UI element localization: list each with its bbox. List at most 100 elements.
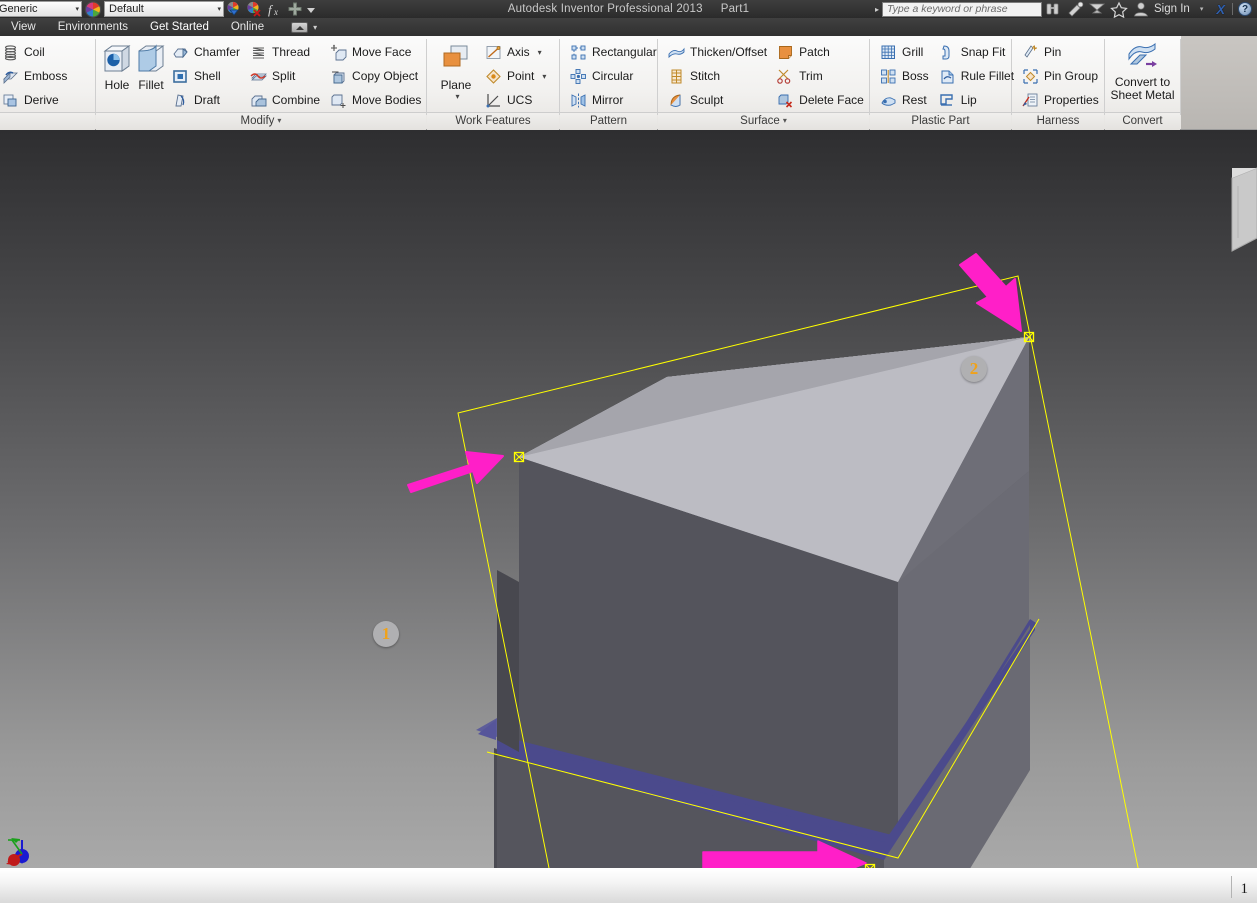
chevron-down-icon[interactable]: ▾ — [783, 116, 787, 125]
derive-icon — [2, 92, 19, 109]
properties-icon — [1022, 92, 1039, 109]
modify-panel-title[interactable]: Modify ▾ — [96, 112, 426, 130]
stitch-button[interactable]: Stitch — [664, 64, 773, 88]
ribbon-minimize-control[interactable]: ▾ — [291, 21, 317, 33]
sign-in-button[interactable]: Sign In — [1152, 3, 1194, 15]
search-input[interactable]: Type a keyword or phrase — [882, 1, 1042, 17]
point-icon — [485, 68, 502, 85]
app-title: Autodesk Inventor Professional 2013 — [507, 3, 703, 15]
modify-column-3: Move Face Copy Object Move Bodies — [326, 40, 427, 112]
patch-label: Patch — [799, 45, 830, 59]
status-bar-right-group: 1 — [1230, 869, 1257, 903]
combine-button[interactable]: Combine — [246, 88, 326, 112]
tab-online[interactable]: Online — [220, 18, 275, 36]
rule-fillet-button[interactable]: Rule Fillet — [935, 64, 1020, 88]
3d-viewport[interactable]: Z 1 2 3 — [0, 130, 1257, 868]
tab-environments[interactable]: Environments — [47, 18, 139, 36]
parameters-fx-icon[interactable]: f x — [264, 1, 284, 18]
rectangular-label: Rectangular — [592, 45, 657, 59]
rest-button[interactable]: Rest — [876, 88, 935, 112]
pin-button[interactable]: Pin — [1018, 40, 1105, 64]
color-wheel-icon[interactable] — [83, 0, 103, 18]
surface-panel-title[interactable]: Surface ▾ — [658, 112, 869, 130]
infocenter-icon[interactable] — [1042, 0, 1064, 18]
chevron-down-icon[interactable]: ▾ — [542, 72, 546, 81]
draft-button[interactable]: Draft — [168, 88, 246, 112]
rectangular-pattern-button[interactable]: Rectangular — [566, 40, 663, 64]
chevron-down-icon[interactable]: ▾ — [455, 92, 459, 101]
ucs-button[interactable]: UCS — [481, 88, 552, 112]
sculpt-label: Sculpt — [690, 93, 724, 107]
stitch-label: Stitch — [690, 69, 721, 83]
sculpt-button[interactable]: Sculpt — [664, 88, 773, 112]
clear-appearance-icon[interactable] — [244, 1, 264, 18]
appearance-update-icon[interactable] — [224, 1, 244, 18]
patch-button[interactable]: Patch — [773, 40, 870, 64]
user-icon[interactable] — [1130, 0, 1152, 18]
tab-view[interactable]: View — [0, 18, 47, 36]
boss-button[interactable]: Boss — [876, 64, 935, 88]
mirror-button[interactable]: Mirror — [566, 88, 663, 112]
tab-get-started[interactable]: Get Started — [139, 18, 220, 36]
pin-icon — [1022, 44, 1039, 61]
help-icon[interactable]: ? — [1238, 2, 1252, 16]
subscription-icon[interactable] — [1086, 0, 1108, 18]
shell-button[interactable]: Shell — [168, 64, 246, 88]
chevron-down-icon[interactable]: ▾ — [277, 116, 281, 125]
delete-face-button[interactable]: Delete Face — [773, 88, 870, 112]
pin-group-button[interactable]: Pin Group — [1018, 64, 1105, 88]
qat-left-group: Generic ▾ Default ▾ f x — [0, 0, 318, 18]
work-features-panel: Plane ▾ Axis ▾ Point ▾ UCS Work Features — [427, 36, 559, 130]
appearance-combo[interactable]: Default ▾ — [104, 1, 224, 17]
rule-fillet-label: Rule Fillet — [960, 69, 1015, 83]
quick-access-toolbar: Generic ▾ Default ▾ f x Autodesk Invento… — [0, 0, 1257, 18]
move-bodies-button[interactable]: Move Bodies — [326, 88, 427, 112]
ribbon-display-options-icon[interactable] — [291, 21, 309, 33]
svg-text:x: x — [273, 7, 278, 17]
exchange-apps-icon[interactable]: X — [1209, 2, 1232, 17]
sign-in-chevron-down-icon[interactable]: ▾ — [1194, 5, 1210, 13]
circular-pattern-icon — [570, 68, 587, 85]
annotation-arrow-1 — [407, 451, 504, 493]
qat-overflow-caret-icon[interactable] — [304, 1, 318, 18]
lip-button[interactable]: Lip — [935, 88, 1020, 112]
convert-panel: Convert to Sheet Metal Convert — [1105, 36, 1180, 130]
harness-panel: Pin Pin Group Properties Harness — [1012, 36, 1104, 130]
split-button[interactable]: Split — [246, 64, 326, 88]
search-expand-icon[interactable]: ▸ — [872, 5, 882, 14]
emboss-button[interactable]: Emboss — [0, 64, 73, 88]
point-button[interactable]: Point ▾ — [481, 64, 552, 88]
copy-object-button[interactable]: Copy Object — [326, 64, 427, 88]
3d-model-canvas[interactable]: Z — [0, 130, 1257, 868]
derive-button[interactable]: Derive — [0, 88, 73, 112]
grill-button[interactable]: Grill — [876, 40, 935, 64]
coil-icon — [2, 44, 19, 61]
harness-column: Pin Pin Group Properties — [1018, 40, 1105, 112]
chamfer-button[interactable]: Chamfer — [168, 40, 246, 64]
snap-fit-button[interactable]: Snap Fit — [935, 40, 1020, 64]
chevron-down-icon[interactable]: ▾ — [313, 23, 317, 32]
trim-button[interactable]: Trim — [773, 64, 870, 88]
fillet-button[interactable]: Fillet — [134, 40, 168, 92]
mirror-icon — [570, 92, 587, 109]
add-icon[interactable] — [284, 1, 304, 18]
material-combo[interactable]: Generic ▾ — [0, 1, 82, 17]
rule-fillet-icon — [939, 68, 956, 85]
favorites-star-icon[interactable] — [1108, 0, 1130, 18]
coil-button[interactable]: Coil — [0, 40, 73, 64]
properties-button[interactable]: Properties — [1018, 88, 1105, 112]
pattern-column: Rectangular Circular Mirror — [566, 40, 663, 112]
thread-button[interactable]: Thread — [246, 40, 326, 64]
chevron-down-icon[interactable]: ▾ — [538, 48, 542, 57]
axis-button[interactable]: Axis ▾ — [481, 40, 552, 64]
delete-face-icon — [777, 92, 794, 109]
plane-button[interactable]: Plane ▾ — [433, 40, 479, 101]
convert-to-sheet-metal-button[interactable]: Convert to Sheet Metal — [1108, 38, 1178, 102]
thicken-offset-button[interactable]: Thicken/Offset — [664, 40, 773, 64]
communication-center-icon[interactable] — [1064, 0, 1086, 18]
point-label: Point — [507, 69, 535, 83]
move-face-button[interactable]: Move Face — [326, 40, 427, 64]
circular-pattern-button[interactable]: Circular — [566, 64, 663, 88]
rest-icon — [880, 92, 897, 109]
hole-button[interactable]: Hole — [100, 40, 134, 92]
